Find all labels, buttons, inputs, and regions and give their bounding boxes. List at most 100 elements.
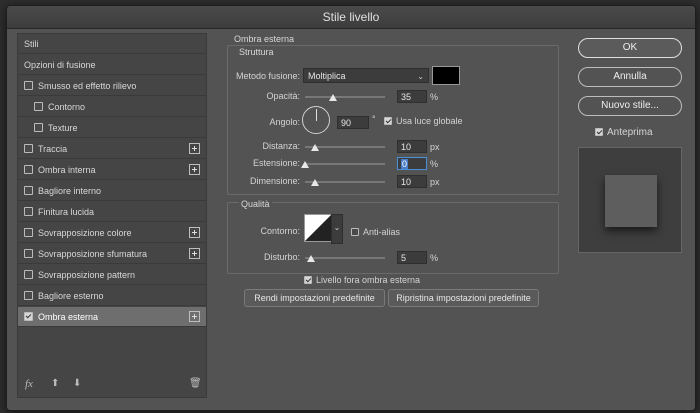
ok-button[interactable]: OK	[578, 38, 682, 58]
fx-icon[interactable]: fx	[25, 378, 33, 390]
angle-label: Angolo:	[269, 117, 300, 127]
style-list-item[interactable]: Traccia	[18, 139, 206, 159]
layer-knocks-out-label: Livello fora ombra esterna	[316, 275, 421, 285]
add-effect-icon[interactable]	[189, 248, 200, 259]
effect-title: Ombra esterna	[234, 34, 295, 44]
style-checkbox[interactable]	[24, 144, 33, 153]
make-default-button[interactable]: Rendi impostazioni predefinite	[244, 289, 385, 307]
style-list-item-label: Sovrapposizione colore	[38, 228, 132, 238]
style-list-item[interactable]: Sovrapposizione sfumatura	[18, 244, 206, 264]
spread-label: Estensione:	[252, 158, 300, 168]
style-checkbox[interactable]	[24, 312, 33, 321]
blend-mode-value: Moltiplica	[308, 71, 346, 81]
size-input[interactable]: 10	[397, 175, 427, 188]
style-checkbox[interactable]	[24, 270, 33, 279]
style-list-item[interactable]: Finitura lucida	[18, 202, 206, 222]
antialias-checkbox[interactable]	[351, 228, 359, 236]
style-list-item[interactable]: Bagliore esterno	[18, 286, 206, 306]
style-checkbox[interactable]	[24, 186, 33, 195]
distance-slider-thumb[interactable]	[311, 144, 319, 151]
style-checkbox[interactable]	[34, 102, 43, 111]
style-list-item-label: Contorno	[48, 102, 86, 112]
spread-value: 0	[401, 159, 409, 169]
angle-dial-needle	[316, 109, 317, 121]
angle-input[interactable]: 90	[337, 116, 369, 129]
noise-slider-thumb[interactable]	[307, 255, 315, 262]
blend-mode-label: Metodo fusione:	[235, 71, 300, 81]
contour-label: Contorno:	[260, 226, 300, 236]
noise-slider[interactable]	[305, 257, 385, 259]
style-list-item-label: Opzioni di fusione	[24, 60, 96, 70]
style-list-item[interactable]: Sovrapposizione colore	[18, 223, 206, 243]
style-checkbox[interactable]	[24, 81, 33, 90]
style-checkbox[interactable]	[24, 249, 33, 258]
opacity-slider-thumb[interactable]	[329, 94, 337, 101]
spread-input[interactable]: 0	[397, 157, 427, 170]
size-label: Dimensione:	[249, 176, 300, 186]
angle-dial[interactable]	[302, 106, 330, 134]
opacity-input[interactable]: 35	[397, 90, 427, 103]
angle-unit: °	[372, 114, 376, 124]
style-list-item-label: Sovrapposizione pattern	[38, 270, 136, 280]
cancel-button[interactable]: Annulla	[578, 67, 682, 87]
spread-unit: %	[430, 159, 439, 169]
dialog-title: Stile livello	[7, 6, 695, 29]
reset-default-button[interactable]: Ripristina impostazioni predefinite	[388, 289, 539, 307]
add-effect-icon[interactable]	[189, 227, 200, 238]
styles-list: Stili Opzioni di fusione Smusso ed effetto…	[17, 33, 207, 398]
preview-label: Anteprima	[607, 127, 653, 138]
quality-title: Qualità	[239, 199, 272, 209]
size-slider-thumb[interactable]	[311, 179, 319, 186]
style-list-item[interactable]: Stili	[18, 34, 206, 54]
style-list-item-label: Texture	[48, 123, 78, 133]
arrow-down-icon[interactable]: ⬇	[73, 378, 81, 389]
opacity-slider[interactable]	[305, 96, 385, 98]
add-effect-icon[interactable]	[189, 164, 200, 175]
shadow-color-swatch[interactable]	[432, 66, 460, 85]
style-checkbox[interactable]	[24, 165, 33, 174]
style-checkbox[interactable]	[24, 291, 33, 300]
style-list-item-label: Traccia	[38, 144, 68, 154]
spread-slider[interactable]	[305, 163, 385, 165]
layer-knocks-out-checkbox[interactable]	[304, 276, 312, 284]
global-light-checkbox[interactable]	[384, 117, 392, 125]
global-light-label: Usa luce globale	[396, 116, 463, 126]
noise-label: Disturbo:	[263, 252, 300, 262]
distance-unit: px	[430, 142, 440, 152]
style-list-item-label: Smusso ed effetto rilievo	[38, 81, 137, 91]
style-list-item[interactable]: Texture	[18, 118, 206, 138]
contour-picker[interactable]	[304, 214, 332, 242]
opacity-unit: %	[430, 92, 439, 102]
style-list-item[interactable]: Ombra interna	[18, 160, 206, 180]
quality-group	[227, 202, 559, 274]
trash-icon[interactable]: 🗑	[189, 378, 202, 389]
style-checkbox[interactable]	[34, 123, 43, 132]
size-unit: px	[430, 177, 440, 187]
style-list-item[interactable]: Ombra esterna	[18, 307, 206, 327]
style-list-item[interactable]: Smusso ed effetto rilievo	[18, 76, 206, 96]
add-effect-icon[interactable]	[189, 143, 200, 154]
new-style-button[interactable]: Nuovo stile...	[578, 96, 682, 116]
style-checkbox[interactable]	[24, 207, 33, 216]
spread-slider-thumb[interactable]	[301, 161, 309, 168]
style-checkbox[interactable]	[24, 228, 33, 237]
styles-list-footer: fx ⬆ ⬇ 🗑	[17, 375, 205, 395]
opacity-label: Opacità:	[266, 91, 300, 101]
preview-checkbox[interactable]	[595, 128, 603, 136]
style-list-item[interactable]: Contorno	[18, 97, 206, 117]
blend-mode-dropdown[interactable]: Moltiplica ⌄	[303, 68, 429, 83]
distance-input[interactable]: 10	[397, 140, 427, 153]
style-list-item[interactable]: Opzioni di fusione	[18, 55, 206, 75]
noise-input[interactable]: 5	[397, 251, 427, 264]
arrow-up-icon[interactable]: ⬆	[51, 378, 59, 389]
contour-curve-icon	[305, 215, 331, 241]
style-list-item-label: Ombra interna	[38, 165, 96, 175]
style-list-item-label: Finitura lucida	[38, 207, 95, 217]
style-list-item[interactable]: Sovrapposizione pattern	[18, 265, 206, 285]
style-list-item[interactable]: Bagliore interno	[18, 181, 206, 201]
contour-dropdown-button[interactable]: ⌄	[331, 214, 343, 244]
style-list-item-label: Bagliore interno	[38, 186, 102, 196]
add-effect-icon[interactable]	[189, 311, 200, 322]
layer-style-dialog: Stile livello Stili Opzioni di fusione Smu…	[6, 5, 696, 411]
chevron-down-icon: ⌄	[417, 72, 424, 81]
